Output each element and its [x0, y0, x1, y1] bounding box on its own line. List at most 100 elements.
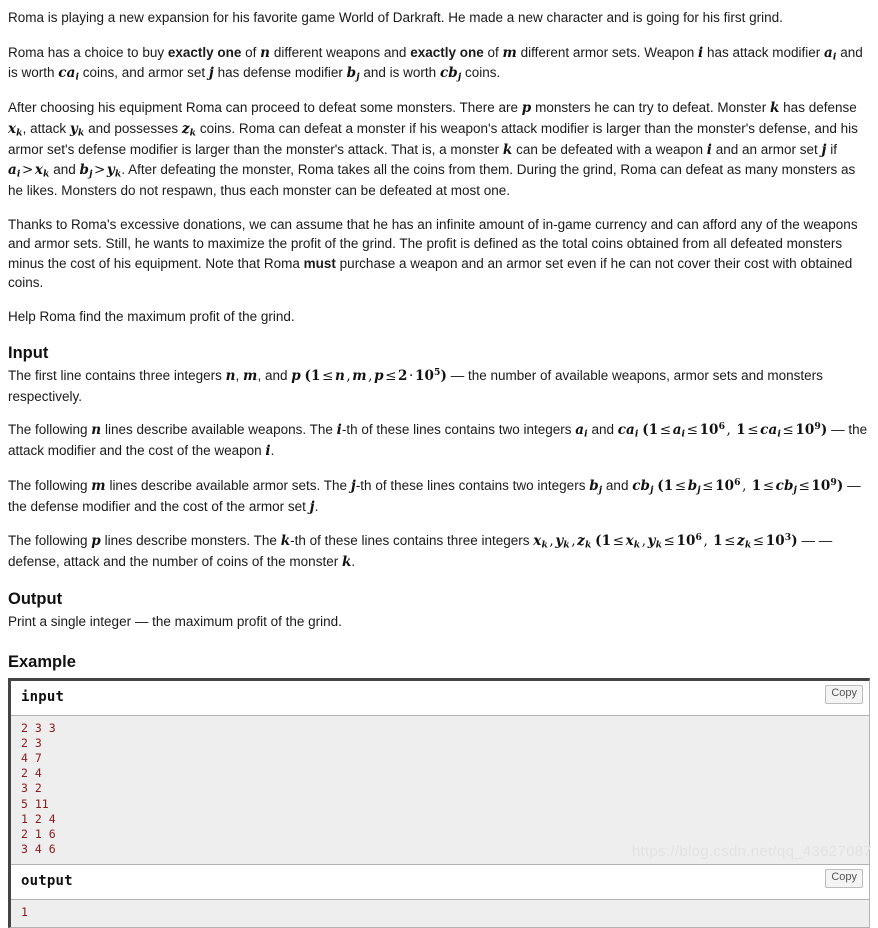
math-a-i-2: ai	[575, 422, 588, 440]
equipment-text-b: of	[241, 44, 261, 60]
math-constraint-cbj: 1 ≤ cbj ≤109)	[751, 476, 844, 496]
input-title-bar: input Copy	[11, 681, 869, 716]
math-bj-gt-yk: bj > yk	[79, 162, 122, 180]
monsters-text-c: has defense	[779, 100, 857, 116]
paragraph-intro: Roma is playing a new expansion for his …	[8, 8, 870, 28]
math-p: p	[521, 100, 532, 117]
math-ca-i-2: cai	[617, 422, 639, 440]
math-k: k	[769, 100, 780, 117]
input-1-a: The first line contains three integers	[8, 368, 226, 384]
input-4-e: .	[351, 554, 356, 570]
math-n-3: n	[91, 422, 102, 439]
math-xyz-k: xk, yk, zk	[533, 533, 592, 551]
math-z-k: zk	[181, 120, 197, 139]
input-3-b: lines describe available armor sets. The	[105, 477, 351, 493]
input-1-b: ,	[235, 368, 244, 384]
math-constraint-cai: 1 ≤ cai ≤109)	[736, 421, 828, 440]
sample-test-1: input Copy 2 3 3 2 3 4 7 2 4 3 2 5 11 1 …	[11, 681, 869, 927]
monsters-text-b: monsters he can try to defeat. Monster	[531, 100, 770, 116]
input-3-a: The following	[8, 477, 92, 493]
math-n-2: n	[225, 368, 236, 385]
math-n: n	[260, 44, 271, 61]
monsters-text-e: and possesses	[84, 120, 182, 136]
math-b-j-2: bj	[589, 477, 603, 496]
monsters-text-k: . After defeating the monster, Roma take…	[8, 162, 856, 199]
monsters-text-d: , attack	[22, 120, 70, 136]
input-2-b: lines describe available weapons. The	[101, 422, 337, 438]
math-ai-gt-xk: ai > xk	[8, 162, 50, 180]
math-cb-j: cbj	[439, 65, 462, 83]
math-b-j: bj	[346, 65, 360, 83]
input-2-c: -th of these lines contains two integers	[341, 422, 576, 438]
monsters-text-g: can be defeated with a weapon	[512, 141, 707, 157]
input-3-c: -th of these lines contains two integers	[355, 477, 590, 493]
math-p-3: p	[91, 533, 101, 550]
input-3-f: .	[314, 498, 319, 514]
monsters-text-i: if	[826, 141, 838, 157]
heading-example: Example	[8, 652, 76, 671]
emphasis-exactly-one-1: exactly one	[167, 44, 242, 60]
input-2-a: The following	[8, 422, 92, 438]
monsters-text-j: and	[49, 162, 80, 178]
output-description: Print a single integer — the maximum pro…	[8, 614, 342, 630]
math-k-2: k	[502, 141, 513, 158]
equipment-text-c: different weapons and	[270, 44, 411, 60]
math-m: m	[502, 44, 517, 61]
emphasis-exactly-one-2: exactly one	[410, 44, 484, 60]
math-constraint-bj: (1 ≤ bj ≤106,	[657, 476, 747, 496]
input-1-c: , and	[257, 368, 292, 384]
help-text: Help Roma find the maximum profit of the…	[8, 309, 295, 324]
paragraph-equipment: Roma has a choice to buy exactly one of …	[8, 43, 870, 85]
monsters-text-a: After choosing his equipment Roma can pr…	[8, 100, 522, 116]
math-cb-j-2: cbj	[632, 477, 654, 496]
paragraph-monsters: After choosing his equipment Roma can pr…	[8, 98, 870, 200]
heading-output: Output	[8, 589, 63, 608]
input-3-d: and	[602, 477, 633, 493]
output-title-bar: output Copy	[11, 865, 869, 900]
math-k-4: k	[341, 554, 352, 571]
equipment-text-k: coins.	[461, 65, 501, 81]
intro-text: Roma is playing a new expansion for his …	[8, 10, 783, 25]
input-2-f: .	[270, 443, 275, 459]
sample-tests-box: input Copy 2 3 3 2 3 4 7 2 4 3 2 5 11 1 …	[8, 678, 870, 928]
math-constraint-xk-yk: (1 ≤ xk, yk ≤106,	[595, 532, 708, 551]
copy-input-button[interactable]: Copy	[825, 685, 863, 705]
input-line-3: The following m lines describe available…	[8, 476, 870, 517]
equipment-text-f: has attack modifier	[703, 44, 825, 60]
heading-input: Input	[8, 343, 49, 362]
output-data: 1	[11, 899, 869, 927]
input-4-c: -th of these lines contains three intege…	[290, 533, 534, 549]
math-ca-i: cai	[58, 65, 80, 83]
equipment-text-a: Roma has a choice to buy	[8, 44, 168, 60]
monsters-text-h: and an armor set	[711, 141, 822, 157]
math-a-i: ai	[824, 44, 837, 63]
output-label: output	[21, 873, 73, 890]
input-2-d: and	[587, 422, 618, 438]
input-line-2: The following n lines describe available…	[8, 420, 870, 461]
input-line-1: The first line contains three integers n…	[8, 366, 870, 406]
input-label: input	[21, 689, 65, 706]
equipment-text-e: different armor sets. Weapon	[516, 44, 698, 60]
equipment-text-d: of	[483, 44, 503, 60]
copy-output-button[interactable]: Copy	[825, 869, 863, 889]
math-m-3: m	[91, 477, 106, 494]
math-k-3: k	[280, 533, 291, 550]
math-constraint-ai: (1 ≤ ai ≤106,	[642, 421, 731, 440]
math-y-k: yk	[69, 120, 85, 139]
equipment-text-j: and is worth	[359, 65, 440, 81]
math-constraint-nmp: (1 ≤ n, m, p ≤2 · 105)	[304, 367, 447, 385]
input-line-4: The following p lines describe monsters.…	[8, 532, 833, 571]
emphasis-must: must	[303, 255, 336, 271]
input-4-b: lines describe monsters. The	[100, 533, 281, 549]
problem-statement: Roma is playing a new expansion for his …	[0, 0, 878, 672]
input-data: 2 3 3 2 3 4 7 2 4 3 2 5 11 1 2 4 2 1 6 3…	[11, 715, 869, 866]
math-m-2: m	[243, 368, 258, 385]
math-x-k: xk	[8, 120, 23, 139]
equipment-text-i: has defense modifier	[213, 65, 347, 81]
math-p-2: p	[291, 368, 301, 385]
equipment-text-h: coins, and armor set	[79, 65, 209, 81]
paragraph-profit: Thanks to Roma's excessive donations, we…	[8, 215, 870, 293]
input-4-a: The following	[8, 533, 92, 549]
paragraph-help: Help Roma find the maximum profit of the…	[8, 307, 870, 327]
math-constraint-zk: 1 ≤ zk ≤103)	[713, 532, 798, 551]
